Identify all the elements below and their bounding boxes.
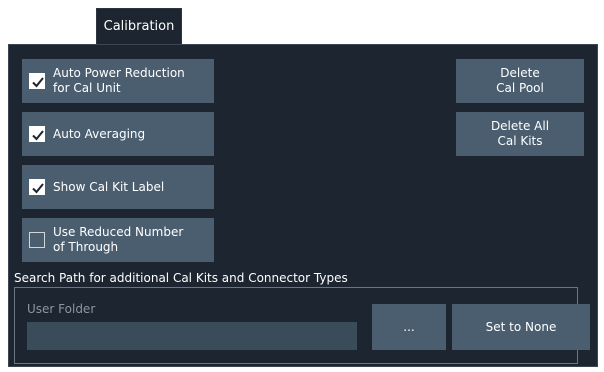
checkbox-label: Auto Averaging [53, 126, 146, 141]
checkbox-label: Auto Power Reduction for Cal Unit [53, 66, 185, 95]
use-reduced-number-of-through-checkbox[interactable]: Use Reduced Number of Through [22, 218, 214, 262]
checkbox-label: Use Reduced Number of Through [53, 225, 184, 254]
user-folder-label: User Folder [27, 302, 96, 316]
search-path-section-label: Search Path for additional Cal Kits and … [14, 271, 348, 285]
auto-averaging-checkbox[interactable]: Auto Averaging [22, 112, 214, 156]
checkbox-checked-icon [29, 179, 45, 195]
checkbox-checked-icon [29, 73, 45, 89]
checkbox-checked-icon [29, 126, 45, 142]
delete-all-cal-kits-button[interactable]: Delete All Cal Kits [456, 112, 584, 156]
checkbox-unchecked-icon [29, 232, 45, 248]
delete-cal-pool-button[interactable]: Delete Cal Pool [456, 59, 584, 103]
browse-button[interactable]: ... [372, 304, 446, 350]
set-to-none-button[interactable]: Set to None [452, 304, 590, 350]
checkbox-label: Show Cal Kit Label [53, 179, 165, 194]
tab-calibration[interactable]: Calibration [96, 8, 182, 44]
user-folder-input[interactable] [27, 322, 357, 350]
auto-power-reduction-checkbox[interactable]: Auto Power Reduction for Cal Unit [22, 59, 214, 103]
show-cal-kit-label-checkbox[interactable]: Show Cal Kit Label [22, 165, 214, 209]
